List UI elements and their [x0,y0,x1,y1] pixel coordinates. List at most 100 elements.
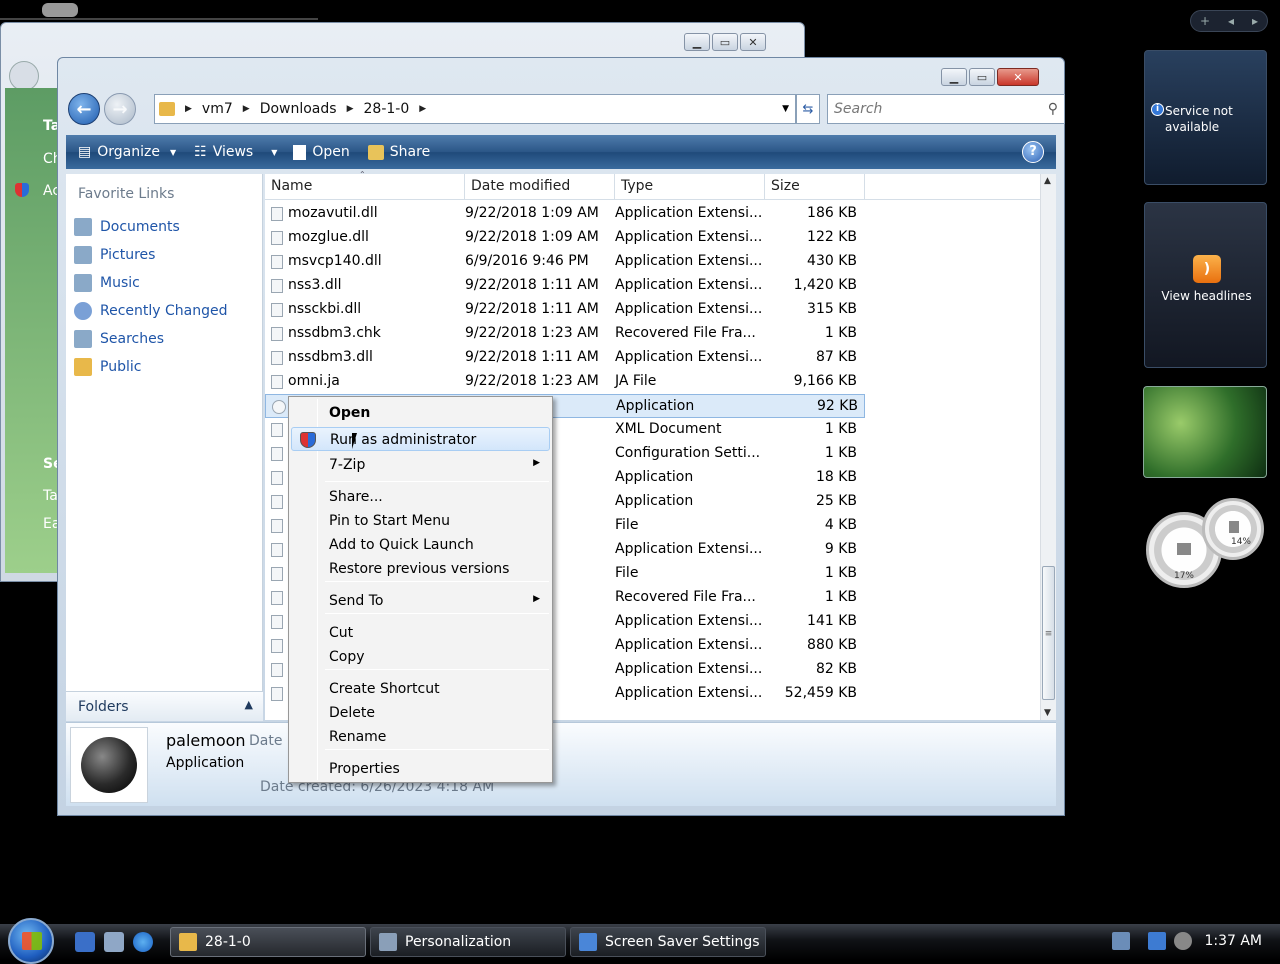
next-icon[interactable]: ▸ [1252,14,1258,28]
table-row[interactable]: mozavutil.dll 9/22/2018 1:09 AM Applicatio… [265,202,865,226]
address-dropdown-icon[interactable]: ▼ [782,104,789,114]
close-button[interactable]: ✕ [740,33,766,51]
table-row[interactable]: msvcp140.dll 6/9/2016 9:46 PM Application … [265,250,865,274]
column-divider[interactable] [464,174,465,200]
switch-windows-icon[interactable] [104,932,124,952]
column-header-date[interactable]: Date modified [471,178,570,194]
menu-item-copy[interactable]: Copy [291,645,550,669]
maximize-button[interactable]: ▭ [969,68,995,86]
search-icon[interactable]: ⚲ [1048,101,1058,117]
file-date-modified: 9/22/2018 1:09 AM [465,229,599,245]
breadcrumb-separator-icon[interactable]: ▶ [185,104,192,114]
taskbar-item-explorer[interactable]: 28-1-0 [170,927,366,957]
share-label: Share [389,144,431,160]
favorite-link-music[interactable]: Music [74,274,140,292]
menu-item-cut[interactable]: Cut [291,621,550,645]
column-header-type[interactable]: Type [621,178,653,194]
forward-button[interactable]: → [104,93,136,125]
file-size: 9 KB [824,541,857,557]
internet-explorer-icon[interactable] [133,932,153,952]
file-icon [271,279,283,293]
favorite-link-documents[interactable]: Documents [74,218,180,236]
menu-item-create-shortcut[interactable]: Create Shortcut [291,677,550,701]
slideshow-gadget[interactable] [1143,386,1267,478]
bg-text-5[interactable]: Ta [43,488,58,504]
view-headlines-link[interactable]: View headlines [1145,289,1268,303]
start-button[interactable] [8,918,54,964]
favorite-link-searches[interactable]: Searches [74,330,164,348]
breadcrumb-separator-icon[interactable]: ▶ [419,104,426,114]
breadcrumb-separator-icon[interactable]: ▶ [347,104,354,114]
minimize-button[interactable]: ▁ [941,68,967,86]
table-row[interactable]: nss3.dll 9/22/2018 1:11 AM Application Ext… [265,274,865,298]
column-header-name[interactable]: Name [271,178,312,194]
scroll-thumb[interactable]: ≡ [1042,566,1055,700]
task-label: Screen Saver Settings [605,934,760,950]
feed-headlines-gadget[interactable]: ) View headlines [1144,202,1267,368]
address-bar[interactable]: ▶ vm7 ▶ Downloads ▶ 28-1-0 ▶ ▼ [154,94,796,124]
scroll-up-icon[interactable]: ▲ [1044,176,1051,186]
weather-gadget[interactable]: i Service not available [1144,50,1267,185]
table-row[interactable]: mozglue.dll 9/22/2018 1:09 AM Application … [265,226,865,250]
clock[interactable]: 1:37 AM [1204,933,1262,949]
close-button[interactable]: ✕ [997,68,1039,86]
menu-item-restore-previous-versions[interactable]: Restore previous versions [291,557,550,581]
folder-icon [179,933,197,951]
breadcrumb-vm7[interactable]: vm7 [202,101,233,117]
breadcrumb-separator-icon[interactable]: ▶ [243,104,250,114]
memory-meter-gauge[interactable]: 14% [1202,498,1264,560]
show-desktop-icon[interactable] [75,932,95,952]
menu-item-7-zip[interactable]: 7-Zip ▶ [291,453,550,477]
refresh-button[interactable]: ⇆ [796,94,820,124]
menu-item-add-to-quick-launch[interactable]: Add to Quick Launch [291,533,550,557]
add-gadget-icon[interactable]: + [1200,14,1210,28]
column-divider[interactable] [864,174,865,200]
breadcrumb-downloads[interactable]: Downloads [260,101,337,117]
background-back-icon[interactable] [9,61,39,91]
chevron-up-icon[interactable]: ▲ [245,698,253,711]
search-input[interactable]: Search ⚲ [827,94,1065,124]
column-header-size[interactable]: Size [771,178,800,194]
explorer-window[interactable]: ▁ ▭ ✕ ← → ▶ vm7 ▶ Downloads ▶ 28-1-0 ▶ ▼… [57,57,1065,816]
column-divider[interactable] [764,174,765,200]
file-type: Application Extensi... [615,685,763,701]
taskbar-item-screen-saver-settings[interactable]: Screen Saver Settings [570,927,766,957]
tray-display-icon[interactable] [1148,932,1166,950]
menu-item-pin-to-start-menu[interactable]: Pin to Start Menu [291,509,550,533]
menu-item-send-to[interactable]: Send To ▶ [291,589,550,613]
scroll-down-icon[interactable]: ▼ [1044,708,1051,718]
maximize-button[interactable]: ▭ [712,33,738,51]
breadcrumb-28-1-0[interactable]: 28-1-0 [364,101,410,117]
file-size: 122 KB [807,229,857,245]
menu-item-properties[interactable]: Properties [291,757,550,781]
column-divider[interactable] [614,174,615,200]
organize-button[interactable]: ▤ Organize ▼ [78,144,176,160]
table-row[interactable]: nssckbi.dll 9/22/2018 1:11 AM Application … [265,298,865,322]
menu-item-rename[interactable]: Rename [291,725,550,749]
file-icon [271,519,283,533]
favorite-link-recently-changed[interactable]: Recently Changed [74,302,228,320]
table-row[interactable]: nssdbm3.dll 9/22/2018 1:11 AM Application … [265,346,865,370]
minimize-button[interactable]: ▁ [684,33,710,51]
favorite-link-public[interactable]: Public [74,358,141,376]
menu-item-label: Open [329,405,371,421]
menu-item-open[interactable]: Open [291,401,550,425]
menu-item-share[interactable]: Share... [291,485,550,509]
help-icon[interactable]: ? [1022,141,1044,163]
favorite-link-pictures[interactable]: Pictures [74,246,155,264]
vertical-scrollbar[interactable]: ▲ ≡ ▼ [1040,174,1056,720]
share-button[interactable]: Share [367,144,431,160]
folders-toggle[interactable]: Folders ▲ [66,691,263,721]
tray-volume-muted-icon[interactable] [1174,932,1192,950]
table-row[interactable]: nssdbm3.chk 9/22/2018 1:23 AM Recovered Fi… [265,322,865,346]
open-button[interactable]: Open [293,144,350,160]
previous-icon[interactable]: ◂ [1228,14,1234,28]
screen-saver-icon [579,933,597,951]
table-row[interactable]: omni.ja 9/22/2018 1:23 AM JA File 9,166 KB [265,370,865,394]
back-button[interactable]: ← [68,93,100,125]
menu-item-delete[interactable]: Delete [291,701,550,725]
views-button[interactable]: ☷ Views ▼ [194,144,277,160]
tray-network-icon[interactable] [1112,932,1130,950]
menu-item-run-as-administrator[interactable]: Run as administrator [291,427,550,451]
taskbar-item-personalization[interactable]: Personalization [370,927,566,957]
